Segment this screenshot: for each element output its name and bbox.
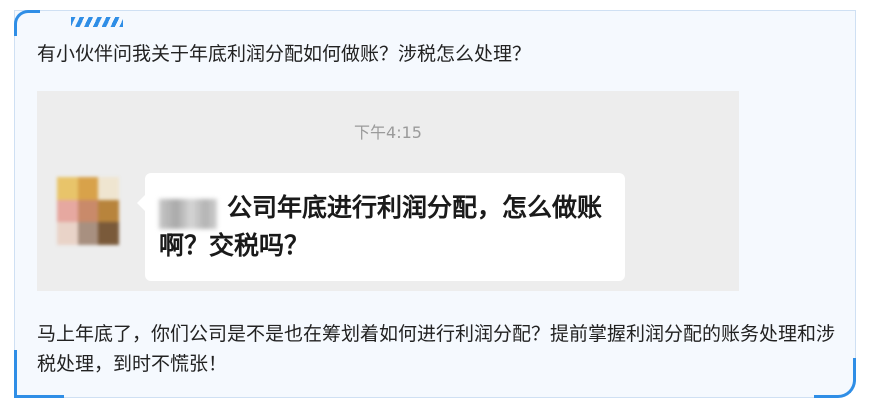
- avatar: [57, 177, 119, 245]
- intro-paragraph: 有小伙伴问我关于年底利润分配如何做账？涉税怎么处理？: [37, 43, 532, 65]
- chat-timestamp: 下午4:15: [354, 123, 422, 142]
- outro-paragraph: 马上年底了，你们公司是不是也在筹划着如何进行利润分配？提前掌握利润分配的账务处理…: [37, 323, 836, 375]
- stripe-decoration: [71, 17, 123, 27]
- chat-bubble: 公司年底进行利润分配，怎么做账啊？交税吗？: [137, 173, 625, 281]
- article-card: 有小伙伴问我关于年底利润分配如何做账？涉税怎么处理？ 下午4:15 公司年底进行…: [14, 10, 856, 398]
- chat-screenshot: 下午4:15 公司年底进行利润分配，怎么做账啊？交税吗？: [37, 91, 739, 291]
- corner-decoration-top-left: [14, 10, 40, 36]
- chat-message: 公司年底进行利润分配，怎么做账啊？交税吗？: [159, 193, 603, 260]
